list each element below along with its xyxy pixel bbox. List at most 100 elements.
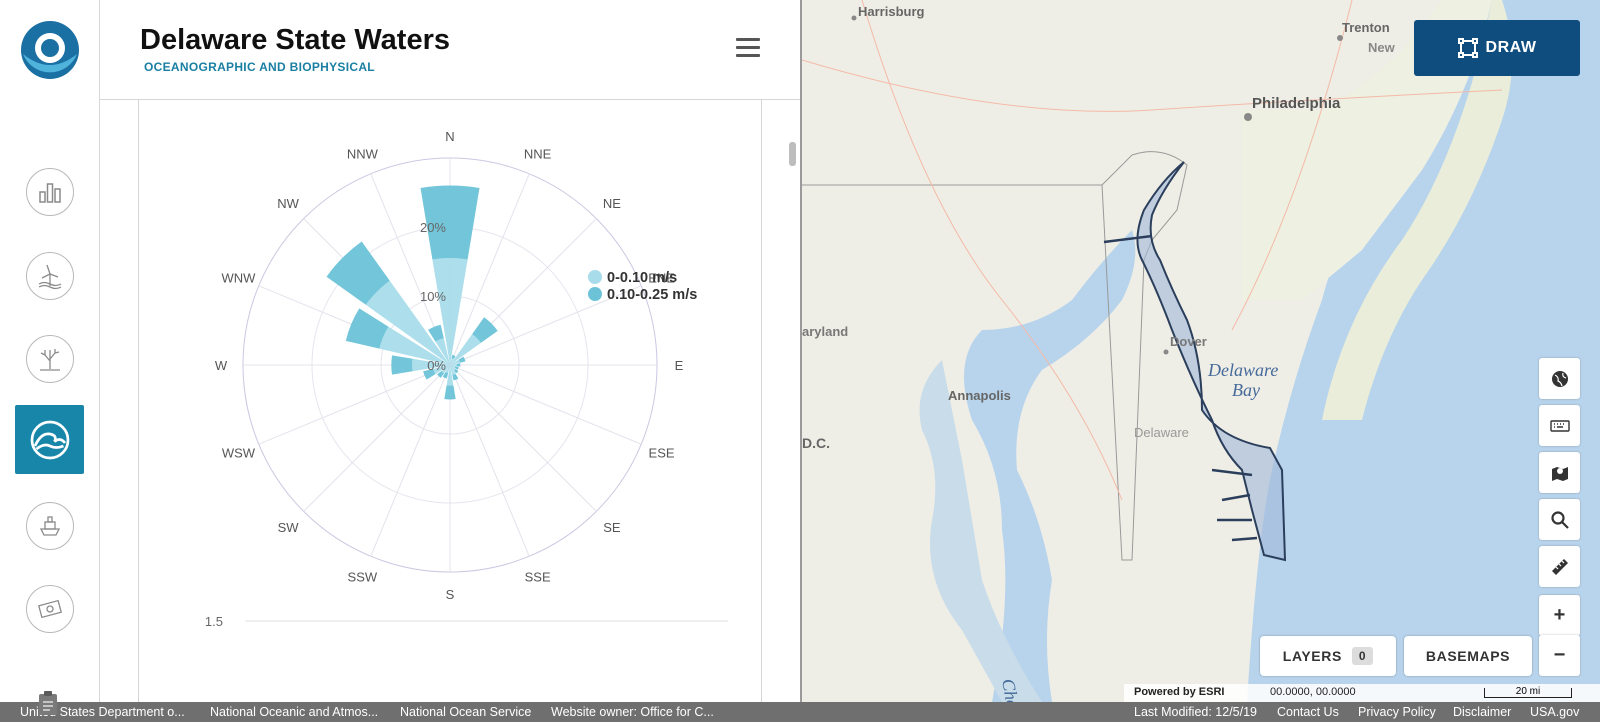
- map-label-delaware-bay: Delaware: [1207, 360, 1278, 380]
- footer-last-modified: Last Modified: 12/5/19: [1134, 705, 1257, 719]
- map-label-bay: Bay: [1232, 380, 1260, 400]
- layers-label: LAYERS: [1282, 648, 1342, 664]
- map-label-harrisburg: Harrisburg: [858, 4, 925, 19]
- direction-label-wsw: WSW: [222, 446, 256, 461]
- polar-spoke: [370, 364, 451, 557]
- app-logo-icon[interactable]: [20, 20, 80, 80]
- axis-value-label: 1.5: [205, 614, 223, 629]
- radial-tick-label: 10%: [420, 289, 446, 304]
- footer-link-usagov[interactable]: USA.gov: [1530, 705, 1579, 719]
- map-label-chesapeake: Che: [998, 677, 1023, 702]
- wind-bar-ne-s0: [450, 334, 481, 365]
- rail-button-oceanographic[interactable]: [15, 405, 84, 474]
- keyboard-button[interactable]: [1539, 405, 1580, 446]
- direction-label-nw: NW: [277, 196, 299, 211]
- map-label-philadelphia: Philadelphia: [1252, 95, 1341, 112]
- direction-label-e: E: [675, 358, 684, 373]
- location-map-button[interactable]: [1539, 452, 1580, 493]
- map-label-dc: D.C.: [802, 435, 830, 451]
- money-icon: [37, 599, 63, 619]
- coral-icon: [40, 349, 60, 371]
- direction-label-ese: ESE: [649, 446, 675, 461]
- globe-button[interactable]: [1539, 358, 1580, 399]
- basemaps-button[interactable]: BASEMAPS: [1404, 636, 1532, 676]
- direction-label-ne: NE: [603, 196, 621, 211]
- ship-icon: [39, 516, 61, 536]
- map-label-dover: Dover: [1170, 334, 1207, 349]
- direction-label-ssw: SSW: [348, 570, 378, 585]
- measure-button[interactable]: [1539, 546, 1580, 587]
- map-label-trenton: Trenton: [1342, 20, 1390, 35]
- direction-label-w: W: [215, 358, 228, 373]
- left-rail: [0, 0, 100, 702]
- rail-button-energy[interactable]: [26, 252, 74, 300]
- legend-label: 0.10-0.25 m/s: [607, 287, 697, 303]
- radial-tick-label: 20%: [420, 220, 446, 235]
- rail-button-demographics[interactable]: [26, 168, 74, 216]
- direction-label-se: SE: [603, 520, 621, 535]
- footer-bar: United States Department o... National O…: [0, 702, 1600, 722]
- layers-count-badge: 0: [1351, 647, 1374, 665]
- basemaps-label: BASEMAPS: [1425, 648, 1511, 664]
- panel-scrollbar[interactable]: [789, 142, 796, 166]
- wind-bar-e-s1: [456, 363, 461, 367]
- rail-button-economy[interactable]: [26, 585, 74, 633]
- polar-spoke: [303, 364, 451, 512]
- direction-label-n: N: [445, 129, 454, 144]
- search-icon: [1550, 510, 1569, 529]
- rail-button-transportation[interactable]: [26, 502, 74, 550]
- bar-chart-icon: [39, 183, 61, 203]
- wave-icon: [30, 420, 69, 459]
- footer-link-website-owner[interactable]: Website owner: Office for C...: [551, 705, 714, 719]
- map-label-new: New: [1368, 40, 1396, 55]
- direction-label-s: S: [446, 587, 455, 602]
- scale-bar: 20 mi: [1484, 687, 1572, 698]
- draw-button[interactable]: DRAW: [1414, 20, 1580, 76]
- map-pin-icon: [1551, 466, 1568, 481]
- direction-label-nnw: NNW: [347, 146, 379, 161]
- direction-label-nne: NNE: [524, 146, 552, 161]
- map-label-annapolis: Annapolis: [948, 388, 1011, 403]
- esri-attribution[interactable]: Powered by ESRI: [1134, 686, 1224, 698]
- zoom-out-button[interactable]: −: [1539, 635, 1580, 676]
- globe-icon: [1551, 370, 1568, 387]
- polar-spoke: [449, 364, 642, 445]
- map-label-maryland: aryland: [802, 324, 848, 339]
- page-subtitle: OCEANOGRAPHIC AND BIOPHYSICAL: [144, 60, 375, 74]
- clipboard-icon[interactable]: [38, 690, 58, 716]
- legend-label: 0-0.10 m/s: [607, 270, 677, 286]
- polar-spoke: [449, 364, 597, 512]
- map-view[interactable]: Harrisburg Trenton New Philadelphia aryl…: [802, 0, 1600, 702]
- footer-link-noaa[interactable]: National Oceanic and Atmos...: [210, 705, 378, 719]
- page-title: Delaware State Waters: [140, 24, 451, 56]
- footer-link-disclaimer[interactable]: Disclaimer: [1453, 705, 1511, 719]
- panel-header: Delaware State Waters OCEANOGRAPHIC AND …: [100, 0, 800, 100]
- wind-turbine-icon: [38, 264, 62, 290]
- radial-tick-label: 0%: [427, 358, 446, 373]
- keyboard-icon: [1549, 419, 1570, 432]
- polar-spoke: [258, 364, 451, 445]
- legend-swatch: [588, 287, 602, 301]
- layers-button[interactable]: LAYERS 0: [1260, 636, 1396, 676]
- polar-spoke: [449, 364, 530, 557]
- zoom-in-button[interactable]: +: [1539, 595, 1580, 636]
- plus-icon: +: [1553, 604, 1566, 626]
- footer-link-nos[interactable]: National Ocean Service: [400, 705, 531, 719]
- ruler-icon: [1551, 558, 1568, 575]
- minus-icon: −: [1553, 644, 1566, 666]
- direction-label-sse: SSE: [525, 570, 551, 585]
- hamburger-menu-icon[interactable]: [736, 38, 760, 60]
- wind-rose-chart: NNNENEENEEESESESSESSSWSWWSWWWNWNWNNW0%10…: [205, 129, 728, 629]
- direction-label-wnw: WNW: [221, 270, 256, 285]
- wind-bar-s-s1: [444, 385, 456, 400]
- legend-swatch: [588, 270, 602, 284]
- search-button[interactable]: [1539, 499, 1580, 540]
- map-label-delaware: Delaware: [1134, 425, 1189, 440]
- footer-link-privacy[interactable]: Privacy Policy: [1358, 705, 1436, 719]
- draw-polygon-icon: [1457, 38, 1478, 58]
- draw-button-label: DRAW: [1485, 39, 1537, 56]
- wind-bar-w-s1: [391, 355, 413, 375]
- rail-button-ecology[interactable]: [26, 335, 74, 383]
- footer-link-contact[interactable]: Contact Us: [1277, 705, 1339, 719]
- coordinate-readout: 00.0000, 00.0000: [1270, 686, 1356, 698]
